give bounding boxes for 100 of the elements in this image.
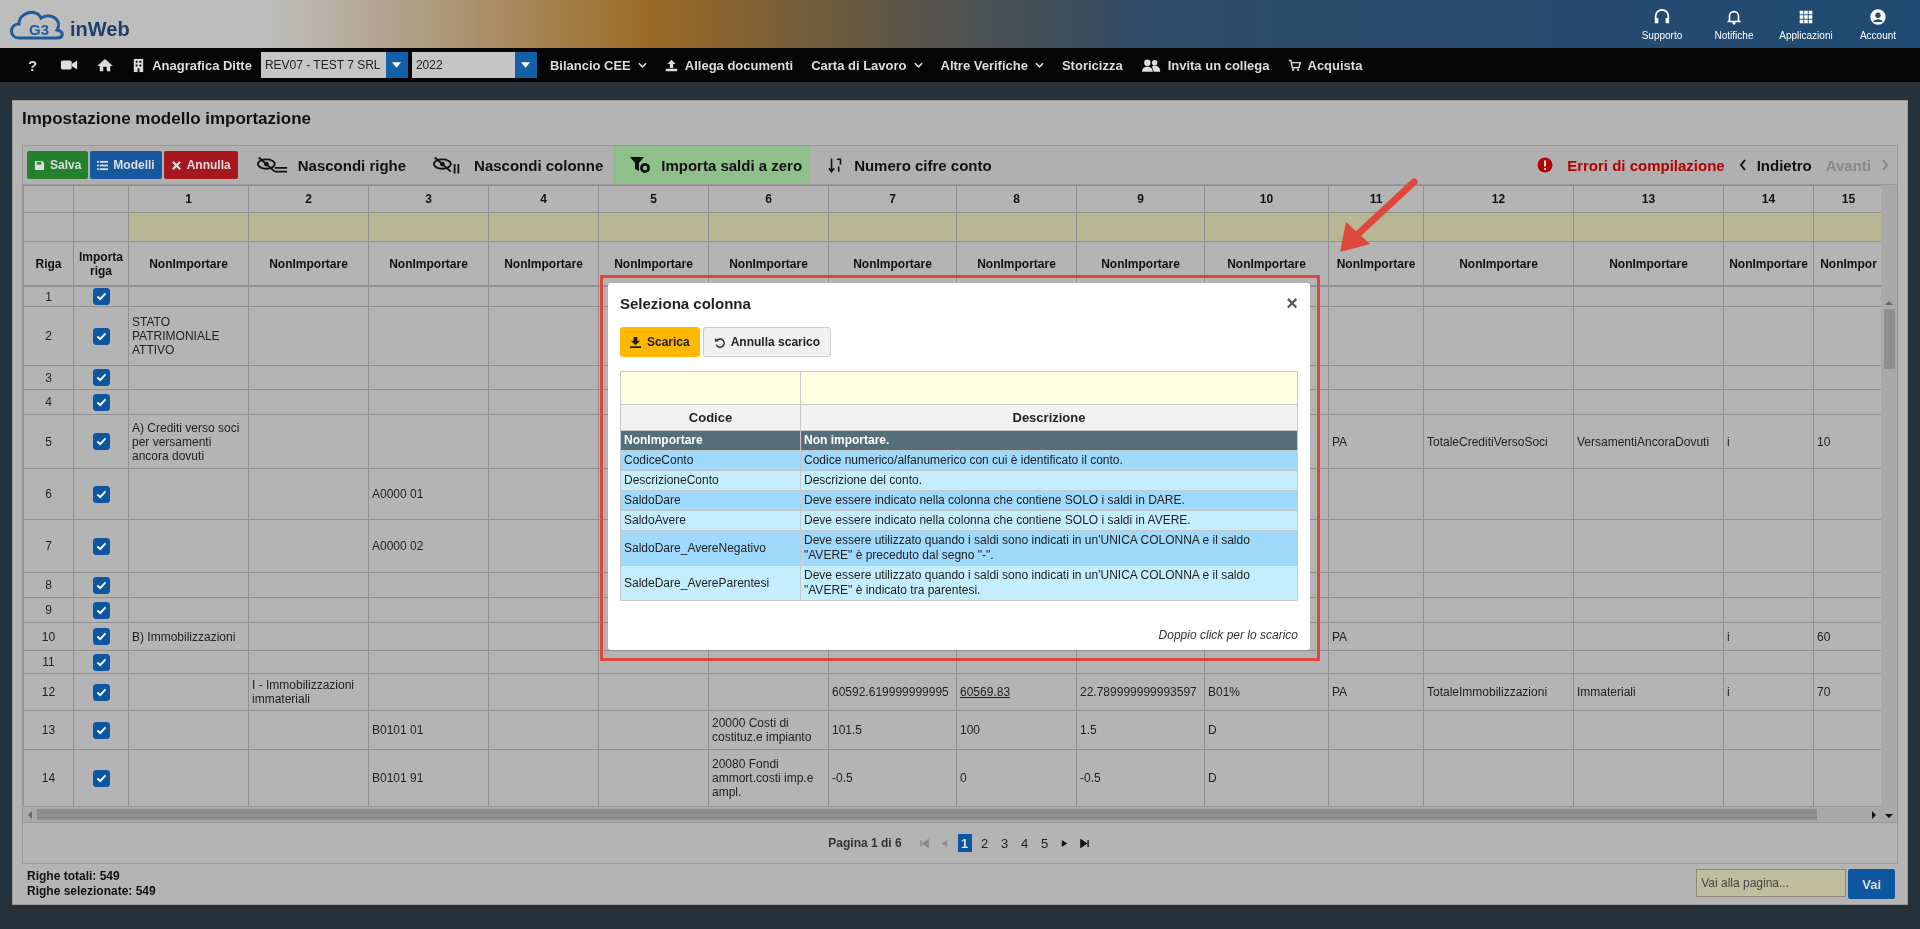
pager-button[interactable] [1077,836,1092,850]
cell-link[interactable]: 60569.83 [960,685,1011,699]
help-button[interactable]: ? [16,52,52,78]
nav-link[interactable]: Storicizza [1052,53,1132,77]
filter-cell[interactable] [708,212,829,242]
scroll-right-icon[interactable] [1871,810,1877,819]
filter-cell[interactable] [828,212,957,242]
row-number: 2 [23,306,74,366]
select-field[interactable]: REV07 - TEST 7 SRL [260,52,408,78]
page-button[interactable]: 3 [997,834,1012,852]
checkbox[interactable] [92,601,110,619]
header-action[interactable]: Supporto [1628,3,1696,45]
download-icon [630,336,641,348]
headset-icon [1653,7,1671,26]
toolbar-button[interactable]: Salva [27,151,89,179]
checkbox[interactable] [92,369,110,386]
filter-cell[interactable] [248,212,369,242]
select-field[interactable]: 2022 [411,52,537,78]
filter-cell[interactable] [488,212,599,242]
step-button[interactable]: Indietro [1738,156,1812,174]
header-action[interactable]: Notifiche [1700,3,1768,45]
video-camera-icon [60,58,79,72]
dialog-button[interactable]: Scarica [620,327,700,357]
filter-cell[interactable] [800,371,1298,405]
menu-button[interactable]: Bilancio CEE [540,53,656,77]
toolbar-tool[interactable]: Importa saldi a zero [613,146,811,184]
nav-link[interactable]: Acquista [1278,53,1372,77]
close-button[interactable]: × [1286,293,1298,313]
error-icon [1537,157,1554,173]
checkbox[interactable] [92,628,110,645]
column-mapping[interactable]: NonImportare [1573,241,1724,286]
checkbox[interactable] [92,769,110,787]
vertical-scrollbar[interactable] [1881,185,1897,822]
checkbox[interactable] [92,683,110,701]
row-number: 9 [23,597,74,623]
dialog-title: Seleziona colonna [620,294,751,312]
column-number: 11 [1328,185,1424,213]
check-icon [95,687,107,697]
menu-button[interactable]: Altre Verifiche [931,53,1053,77]
column-number: 3 [368,185,489,213]
page-button[interactable]: 4 [1017,834,1032,852]
checkbox[interactable] [92,327,110,345]
horizontal-scrollbar[interactable] [23,806,1881,822]
scroll-thumb[interactable] [1883,309,1895,369]
toolbar-button[interactable]: Annulla [163,151,238,179]
scroll-up-icon[interactable] [1885,300,1893,306]
page-input[interactable]: Vai alla pagina... [1696,869,1847,897]
header-action[interactable]: Account [1844,3,1912,45]
filter-cell[interactable] [1723,212,1814,242]
filter-cell[interactable] [598,212,709,242]
caret-icon [521,62,531,68]
checkbox[interactable] [92,576,110,594]
table-cell: PA [1328,414,1424,469]
nav-link[interactable]: Invita un collega [1131,53,1279,77]
column-mapping[interactable]: NonImportare [488,241,599,286]
menu-button[interactable]: Carta di Lavoro [802,53,932,77]
column-mapping[interactable]: NonImportare [248,241,369,286]
column-mapping[interactable]: NonImportare [128,241,249,286]
toolbar-tool[interactable]: Nascondi colonne [416,146,612,184]
column-mapping[interactable]: NonImportare [368,241,489,286]
table-cell: i [1723,414,1814,469]
filter-cell[interactable] [1813,212,1881,242]
filter-cell[interactable] [956,212,1077,242]
page-button[interactable]: 5 [1037,834,1052,852]
column-header: Descrizione [800,404,1298,431]
filter-cell[interactable] [1573,212,1724,242]
go-button[interactable]: Vai [1848,869,1895,899]
chevron-down-icon [1034,62,1044,68]
checkbox[interactable] [92,433,110,450]
filter-cell[interactable] [368,212,489,242]
eye-slash-icon [255,156,288,174]
row-number: 6 [23,468,74,520]
checkbox[interactable] [92,721,110,739]
column-mapping[interactable]: NonImportare [1723,241,1814,286]
row-number: 1 [23,286,74,307]
table-cell: B01% [1204,673,1329,711]
header-action[interactable]: Applicazioni [1772,3,1840,45]
dialog-button[interactable]: Annulla scarico [702,327,832,357]
filter-cell[interactable] [620,371,801,405]
nav-link[interactable]: Allega documenti [655,53,803,77]
filter-cell[interactable] [1204,212,1329,242]
scroll-left-icon[interactable] [27,810,33,819]
scroll-down-icon[interactable] [1885,813,1893,819]
page-button[interactable]: 1 [957,834,972,852]
checkbox[interactable] [92,485,110,503]
checkbox[interactable] [92,653,110,671]
nav-link[interactable]: Anagrafica Ditte [123,53,261,77]
toolbar-tool[interactable]: Nascondi righe [239,146,415,184]
filter-cell[interactable] [1423,212,1574,242]
page-button[interactable]: 2 [977,834,992,852]
checkbox[interactable] [92,537,110,555]
toolbar-button[interactable]: Modelli [90,151,162,179]
filter-cell[interactable] [1076,212,1205,242]
toolbar-tool[interactable]: Numero cifre conto [812,146,1000,184]
checkbox[interactable] [92,393,110,411]
cart-icon [1287,57,1301,73]
checkbox[interactable] [92,288,110,305]
scroll-thumb[interactable] [37,809,1817,820]
column-mapping[interactable]: NonImportare [1423,241,1574,286]
filter-cell[interactable] [128,212,249,242]
